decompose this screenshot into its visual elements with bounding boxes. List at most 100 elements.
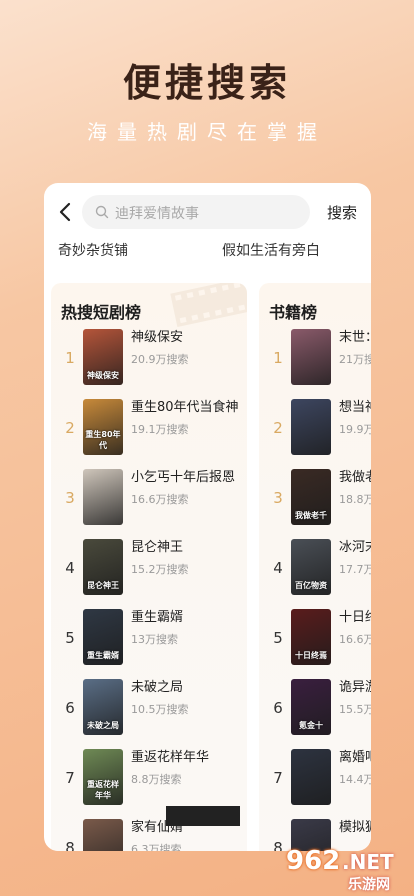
item-title: 十日终: [339, 610, 371, 625]
list-item[interactable]: 3 我做老千 我做老年 18.8万: [259, 469, 371, 529]
panel-title: 热搜短剧榜: [61, 303, 142, 322]
rank-number: 4: [65, 559, 75, 577]
watermark-text: 乐游网: [348, 877, 390, 893]
item-title: 想当神果断转: [339, 400, 371, 415]
rank-number: 2: [65, 419, 75, 437]
search-count: 17.7万: [339, 563, 371, 576]
item-title: 小乞丐十年后报恩: [131, 470, 236, 485]
list-item[interactable]: 6 未破之局 未破之局 10.5万搜索: [51, 679, 247, 739]
poster-thumbnail[interactable]: 神级保安: [83, 329, 123, 385]
poster-caption: 重生霸婿: [87, 651, 119, 660]
list-item[interactable]: 1 末世：资，没 21万搜: [259, 329, 371, 389]
poster-thumbnail[interactable]: 重生80年代: [83, 399, 123, 455]
item-title: 诡异游氪金十: [339, 680, 371, 695]
panel-title: 书籍榜: [269, 303, 318, 322]
poster-caption: 重生80年代: [85, 430, 121, 450]
rank-number: 3: [65, 489, 75, 507]
list-item[interactable]: 3 小乞丐十年后报恩 16.6万搜索: [51, 469, 247, 529]
list-item[interactable]: 2 想当神果断转 19.9万: [259, 399, 371, 459]
rank-number: 1: [273, 349, 283, 367]
rank-number: 1: [65, 349, 75, 367]
poster-caption: 百亿物资: [295, 581, 327, 590]
rank-number: 5: [273, 629, 283, 647]
item-title: 重生80年代当食神: [131, 400, 239, 415]
rank-number: 7: [273, 769, 283, 787]
poster-thumbnail[interactable]: 未破之局: [83, 679, 123, 735]
overlay-bar: [166, 806, 240, 826]
item-title: 未破之局: [131, 680, 184, 695]
rank-number: 8: [273, 839, 283, 851]
rank-number: 5: [65, 629, 75, 647]
search-count: 21万搜: [339, 353, 371, 366]
poster-thumbnail[interactable]: 重生霸婿: [83, 609, 123, 665]
item-title: 昆仑神王: [131, 540, 184, 555]
site-watermark: 962 .NET 乐游网: [286, 846, 412, 896]
search-count: 16.6万搜索: [131, 493, 189, 506]
search-card: 迪拜爱情故事 搜索 奇妙杂货铺 假如生活有旁白 热搜短剧榜 1 神级保安 神级保安 2…: [44, 183, 371, 851]
search-count: 13万搜索: [131, 633, 178, 646]
suggestion-item[interactable]: 奇妙杂货铺: [58, 240, 128, 260]
search-bar: 迪拜爱情故事 搜索: [44, 195, 371, 229]
item-title: 模拟狐次一: [339, 820, 371, 835]
search-count: 8.8万搜索: [131, 773, 182, 786]
poster-thumbnail[interactable]: [83, 819, 123, 851]
poster-thumbnail[interactable]: 重返花样年华: [83, 749, 123, 805]
poster-thumbnail[interactable]: 昆仑神王: [83, 539, 123, 595]
poster-thumbnail[interactable]: 氪金十: [291, 679, 331, 735]
search-count: 6.3万搜索: [131, 843, 182, 851]
item-title: 冰河末积了百: [339, 540, 371, 555]
poster-caption: 昆仑神王: [87, 581, 119, 590]
list-item[interactable]: 2 重生80年代 重生80年代当食神 19.1万搜索: [51, 399, 247, 459]
item-title: 神级保安: [131, 330, 184, 345]
search-count: 14.4万: [339, 773, 371, 786]
item-title: 我做老年: [339, 470, 371, 485]
rank-number: 3: [273, 489, 283, 507]
poster-thumbnail[interactable]: 十日终焉: [291, 609, 331, 665]
list-item[interactable]: 5 十日终焉 十日终 16.6万: [259, 609, 371, 669]
item-title: 末世：资，没: [339, 330, 371, 345]
list-item[interactable]: 6 氪金十 诡异游氪金十 15.5万: [259, 679, 371, 739]
poster-thumbnail[interactable]: [291, 749, 331, 805]
books-panel: 书籍榜 1 末世：资，没 21万搜 2 想当神果断转 19.9万 3 我做老千 我做老年 18.8…: [259, 283, 371, 851]
item-title: 重返花样年华: [131, 750, 210, 765]
search-count: 19.9万: [339, 423, 371, 436]
poster-thumbnail[interactable]: 我做老千: [291, 469, 331, 525]
search-count: 18.8万: [339, 493, 371, 506]
back-arrow-icon[interactable]: [54, 200, 78, 224]
rank-number: 7: [65, 769, 75, 787]
search-button[interactable]: 搜索: [327, 202, 357, 223]
poster-caption: 重返花样年华: [87, 780, 119, 800]
hero-subtitle: 海量热剧尽在掌握: [87, 120, 327, 144]
list-item[interactable]: 7 重返花样年华 重返花样年华 8.8万搜索: [51, 749, 247, 809]
hero-title: 便捷搜索: [122, 61, 291, 105]
list-item[interactable]: 7 离婚吧是癫蛤 14.4万: [259, 749, 371, 809]
item-title: 离婚吧是癫蛤: [339, 750, 371, 765]
search-input[interactable]: 迪拜爱情故事: [82, 195, 310, 229]
watermark-suffix: .NET: [342, 850, 394, 874]
list-item[interactable]: 5 重生霸婿 重生霸婿 13万搜索: [51, 609, 247, 669]
hot-drama-panel: 热搜短剧榜 1 神级保安 神级保安 20.9万搜索 2 重生80年代 重生80年代当食神 19…: [51, 283, 247, 851]
rank-number: 8: [65, 839, 75, 851]
poster-caption: 我做老千: [295, 511, 327, 520]
search-placeholder: 迪拜爱情故事: [115, 206, 199, 222]
poster-thumbnail[interactable]: [291, 399, 331, 455]
poster-thumbnail[interactable]: 百亿物资: [291, 539, 331, 595]
watermark-number: 962: [286, 846, 341, 876]
list-item[interactable]: 4 昆仑神王 昆仑神王 15.2万搜索: [51, 539, 247, 599]
poster-thumbnail[interactable]: [291, 329, 331, 385]
poster-thumbnail[interactable]: [83, 469, 123, 525]
search-count: 20.9万搜索: [131, 353, 189, 366]
rank-number: 4: [273, 559, 283, 577]
list-item[interactable]: 4 百亿物资 冰河末积了百 17.7万: [259, 539, 371, 599]
poster-caption: 氪金十: [299, 721, 323, 730]
poster-caption: 十日终焉: [295, 651, 327, 660]
poster-caption: 神级保安: [87, 371, 119, 380]
search-count: 15.2万搜索: [131, 563, 189, 576]
item-title: 重生霸婿: [131, 610, 184, 625]
suggestion-item[interactable]: 假如生活有旁白: [222, 240, 320, 260]
search-count: 19.1万搜索: [131, 423, 189, 436]
film-strip-icon: [170, 283, 247, 327]
list-item[interactable]: 1 神级保安 神级保安 20.9万搜索: [51, 329, 247, 389]
search-count: 15.5万: [339, 703, 371, 716]
search-icon: [95, 205, 109, 219]
